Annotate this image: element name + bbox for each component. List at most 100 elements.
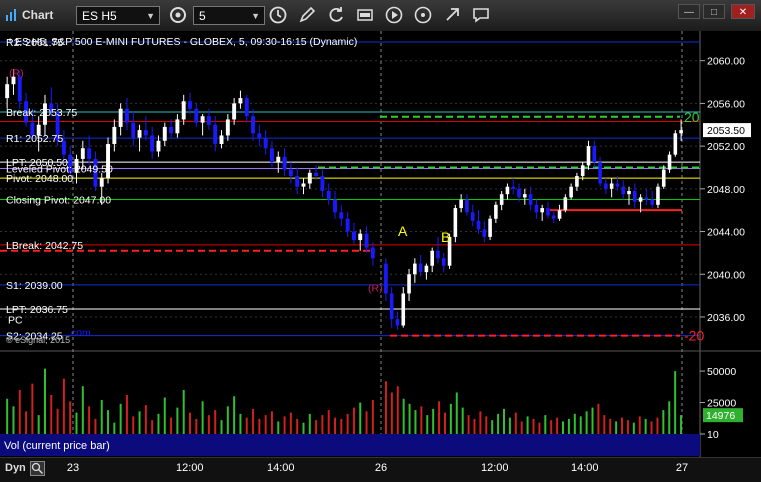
pivot-level-label: R2: 2061.75	[6, 37, 63, 49]
candle-body	[118, 108, 123, 127]
y-tick-label: 2056.00	[707, 98, 745, 110]
pivot-level-label: Break: 2053.75	[6, 107, 77, 119]
candle-body	[251, 116, 256, 134]
pivot-level-label: LBreak: 2042.75	[6, 240, 83, 252]
candle-body	[523, 194, 527, 198]
candle-body	[557, 210, 562, 219]
candle-body	[345, 218, 350, 232]
interval-input[interactable]: 5 ▼	[193, 6, 265, 25]
candle-body	[656, 186, 660, 205]
candle-body	[621, 186, 626, 195]
candle-body	[482, 229, 487, 237]
x-tick-label: 27	[675, 462, 689, 474]
candle-body	[633, 190, 637, 202]
maximize-button[interactable]: □	[703, 4, 725, 19]
candle-body	[470, 212, 475, 221]
candle-body	[282, 156, 287, 170]
x-tick-label: 26	[374, 462, 388, 474]
candle-body	[301, 183, 306, 187]
candle-body	[314, 172, 319, 177]
candle-body	[401, 293, 406, 326]
interval-clock-icon[interactable]	[268, 5, 288, 25]
candle-body	[534, 204, 539, 213]
chart-annotation: (R)	[9, 68, 24, 80]
price-panel-bg	[0, 31, 700, 351]
pivot-level-label: S1: 2039.00	[6, 280, 63, 292]
title-bar: Chart ES H5 ▼ 5 ▼ — □ ✕	[0, 0, 761, 32]
candle-body	[150, 135, 155, 152]
chart-annotation: B	[441, 229, 450, 245]
candle-body	[528, 194, 533, 205]
candle-body	[206, 116, 211, 125]
candle-body	[238, 98, 243, 104]
candle-body	[430, 250, 434, 266]
y-tick-label: 2052.00	[707, 141, 745, 153]
close-button[interactable]: ✕	[731, 4, 755, 19]
candle-body	[395, 319, 400, 326]
pivot-level-label: Closing Pivot: 2047.00	[6, 195, 111, 207]
candle-body	[540, 208, 544, 213]
target-tag: -20	[684, 328, 704, 344]
candle-body	[580, 165, 585, 177]
candle-body	[87, 148, 92, 159]
play-icon[interactable]	[384, 5, 404, 25]
candle-body	[358, 233, 363, 241]
candle-body	[219, 135, 224, 144]
candle-body	[351, 231, 356, 241]
candle-body	[436, 250, 440, 259]
pivot-level-label: R1: 2052.75	[6, 133, 63, 145]
last-volume-label: 14976	[706, 410, 735, 422]
candle-body	[320, 176, 325, 191]
symbol-value: ES H5	[82, 9, 117, 23]
candle-body	[488, 218, 492, 237]
chevron-down-icon[interactable]: ▼	[251, 7, 260, 26]
link-icon[interactable]	[442, 5, 462, 25]
zoom-icon[interactable]	[30, 461, 45, 476]
candle-body	[162, 126, 167, 141]
candle-body	[661, 169, 666, 187]
chart-annotation: .com	[68, 327, 91, 339]
gsc-icon[interactable]	[355, 5, 375, 25]
candle-body	[156, 140, 161, 152]
interval-value: 5	[199, 9, 206, 23]
draw-pencil-icon[interactable]	[297, 5, 317, 25]
x-tick-label: 14:00	[267, 462, 295, 474]
candle-body	[143, 130, 148, 136]
chevron-down-icon[interactable]: ▼	[146, 7, 155, 26]
x-tick-label: 12:00	[481, 462, 509, 474]
candle-body	[644, 197, 649, 200]
candle-body	[364, 233, 369, 248]
candle-body	[80, 148, 85, 159]
candle-body	[194, 108, 199, 123]
symbol-input[interactable]: ES H5 ▼	[76, 6, 160, 25]
target-tag: 20	[684, 109, 700, 125]
candle-body	[586, 146, 591, 166]
candle-body	[609, 183, 614, 189]
candle-body	[465, 199, 469, 213]
candle-body	[389, 293, 394, 320]
candle-body	[505, 186, 510, 195]
price-chart[interactable]: 2036.00 2040.00 2044.00 2048.00 2052.00 2056.…	[0, 31, 761, 457]
candle-body	[517, 188, 521, 198]
chat-icon[interactable]	[471, 5, 491, 25]
chart-annotation: (R)	[368, 282, 383, 294]
volume-tick-label: 10	[707, 429, 719, 441]
candle-body	[638, 197, 643, 202]
clock-settings-icon[interactable]	[168, 5, 188, 25]
pin-icon[interactable]	[413, 5, 433, 25]
refresh-icon[interactable]	[326, 5, 346, 25]
candle-body	[225, 119, 230, 136]
candle-body	[679, 130, 683, 134]
candle-body	[131, 122, 136, 138]
y-tick-label: 2060.00	[707, 56, 745, 68]
chart-annotation: A	[398, 223, 408, 239]
candle-body	[511, 186, 516, 189]
candle-body	[441, 258, 446, 266]
dynamic-mode-label[interactable]: Dyn	[5, 462, 26, 474]
minimize-button[interactable]: —	[678, 4, 700, 19]
last-price-label: 2053.50	[707, 125, 745, 137]
candle-body	[650, 199, 654, 205]
candle-body	[188, 101, 192, 109]
window-title: Chart	[22, 8, 54, 22]
candle-body	[673, 133, 678, 155]
